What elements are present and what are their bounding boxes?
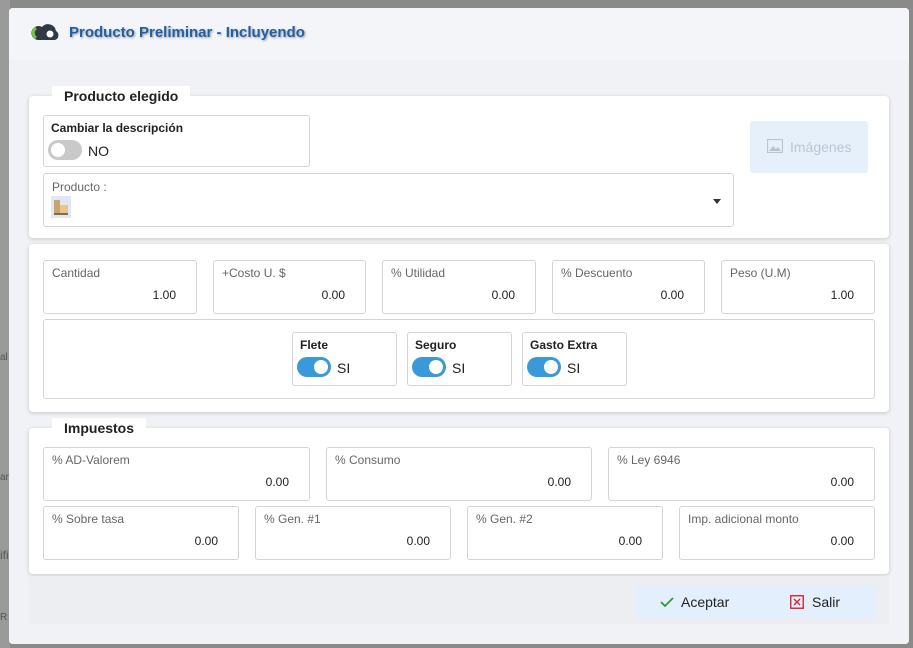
- gasto-extra-toggle[interactable]: Gasto Extra SI: [522, 332, 627, 386]
- footer-actions: Aceptar Salir: [635, 586, 875, 618]
- utilidad-value: 0.00: [491, 288, 515, 302]
- gasto-extra-switch[interactable]: [527, 357, 561, 377]
- gen1-label: % Gen. #1: [264, 512, 321, 526]
- dialog-title: Producto Preliminar - Incluyendo: [69, 24, 305, 41]
- sobre-tasa-value: 0.00: [194, 534, 218, 548]
- costo-label: +Costo U. $: [222, 266, 286, 280]
- product-dialog: Producto Preliminar - Incluyendo Product…: [9, 8, 909, 644]
- imagenes-button[interactable]: Imágenes: [750, 121, 868, 173]
- aceptar-button[interactable]: Aceptar: [635, 586, 755, 618]
- sobre-tasa-field[interactable]: % Sobre tasa 0.00: [43, 506, 239, 560]
- seguro-state: SI: [452, 360, 466, 376]
- salir-button[interactable]: Salir: [765, 586, 875, 618]
- product-thumbnail-icon: [51, 196, 71, 218]
- imp-adicional-label: Imp. adicional monto: [688, 512, 799, 526]
- ley-6946-value: 0.00: [830, 475, 854, 489]
- check-icon: [660, 597, 674, 608]
- backdrop-text: R: [0, 612, 8, 623]
- close-box-icon: [790, 595, 804, 609]
- cambiar-descripcion-label: Cambiar la descripción: [51, 121, 184, 135]
- gasto-extra-label: Gasto Extra: [530, 338, 598, 352]
- peso-label: Peso (U.M): [730, 266, 791, 280]
- consumo-field[interactable]: % Consumo 0.00: [326, 447, 592, 501]
- producto-legend: Producto elegido: [52, 86, 191, 106]
- backdrop-text: al: [0, 352, 8, 363]
- peso-value: 1.00: [830, 288, 854, 302]
- gen1-value: 0.00: [406, 534, 430, 548]
- descuento-field[interactable]: % Descuento 0.00: [552, 260, 705, 314]
- cantidad-field[interactable]: Cantidad 1.00: [43, 260, 197, 314]
- cantidad-label: Cantidad: [52, 266, 101, 280]
- gen2-label: % Gen. #2: [476, 512, 533, 526]
- cambiar-descripcion-toggle[interactable]: Cambiar la descripción NO: [43, 115, 310, 167]
- ley-6946-field[interactable]: % Ley 6946 0.00: [608, 447, 875, 501]
- flete-label: Flete: [300, 338, 329, 352]
- image-icon: [767, 139, 783, 153]
- imagenes-label: Imágenes: [790, 139, 852, 155]
- ad-valorem-field[interactable]: % AD-Valorem 0.00: [43, 447, 310, 501]
- cantidad-value: 1.00: [152, 288, 176, 302]
- cambiar-descripcion-switch[interactable]: [48, 140, 82, 160]
- backdrop-text: ar: [0, 472, 9, 483]
- peso-field[interactable]: Peso (U.M) 1.00: [721, 260, 875, 314]
- ad-valorem-value: 0.00: [265, 475, 289, 489]
- sobre-tasa-label: % Sobre tasa: [52, 512, 125, 526]
- imp-adicional-value: 0.00: [830, 534, 854, 548]
- gen2-field[interactable]: % Gen. #2 0.00: [467, 506, 663, 560]
- consumo-label: % Consumo: [335, 453, 401, 467]
- cloud-logo-icon: [31, 24, 59, 41]
- aceptar-label: Aceptar: [681, 594, 730, 610]
- gen1-field[interactable]: % Gen. #1 0.00: [255, 506, 451, 560]
- descuento-value: 0.00: [660, 288, 684, 302]
- seguro-switch[interactable]: [412, 357, 446, 377]
- flete-toggle[interactable]: Flete SI: [292, 332, 397, 386]
- impuestos-legend: Impuestos: [52, 418, 147, 438]
- producto-select[interactable]: Producto :: [43, 173, 734, 227]
- gasto-extra-state: SI: [567, 360, 581, 376]
- descuento-label: % Descuento: [561, 266, 633, 280]
- utilidad-field[interactable]: % Utilidad 0.00: [382, 260, 536, 314]
- seguro-toggle[interactable]: Seguro SI: [407, 332, 512, 386]
- backdrop-text: ifi: [0, 548, 9, 562]
- costo-value: 0.00: [321, 288, 345, 302]
- seguro-label: Seguro: [415, 338, 457, 352]
- flete-switch[interactable]: [297, 357, 331, 377]
- ley-6946-label: % Ley 6946: [617, 453, 681, 467]
- flete-state: SI: [337, 360, 351, 376]
- costo-field[interactable]: +Costo U. $ 0.00: [213, 260, 366, 314]
- salir-label: Salir: [812, 594, 841, 610]
- dialog-header: Producto Preliminar - Incluyendo: [9, 8, 909, 60]
- consumo-value: 0.00: [547, 475, 571, 489]
- imp-adicional-field[interactable]: Imp. adicional monto 0.00: [679, 506, 875, 560]
- utilidad-label: % Utilidad: [391, 266, 446, 280]
- chevron-down-icon[interactable]: [713, 199, 721, 204]
- cambiar-descripcion-state: NO: [88, 143, 109, 159]
- gen2-value: 0.00: [618, 534, 642, 548]
- ad-valorem-label: % AD-Valorem: [52, 453, 130, 467]
- producto-label: Producto :: [52, 180, 107, 194]
